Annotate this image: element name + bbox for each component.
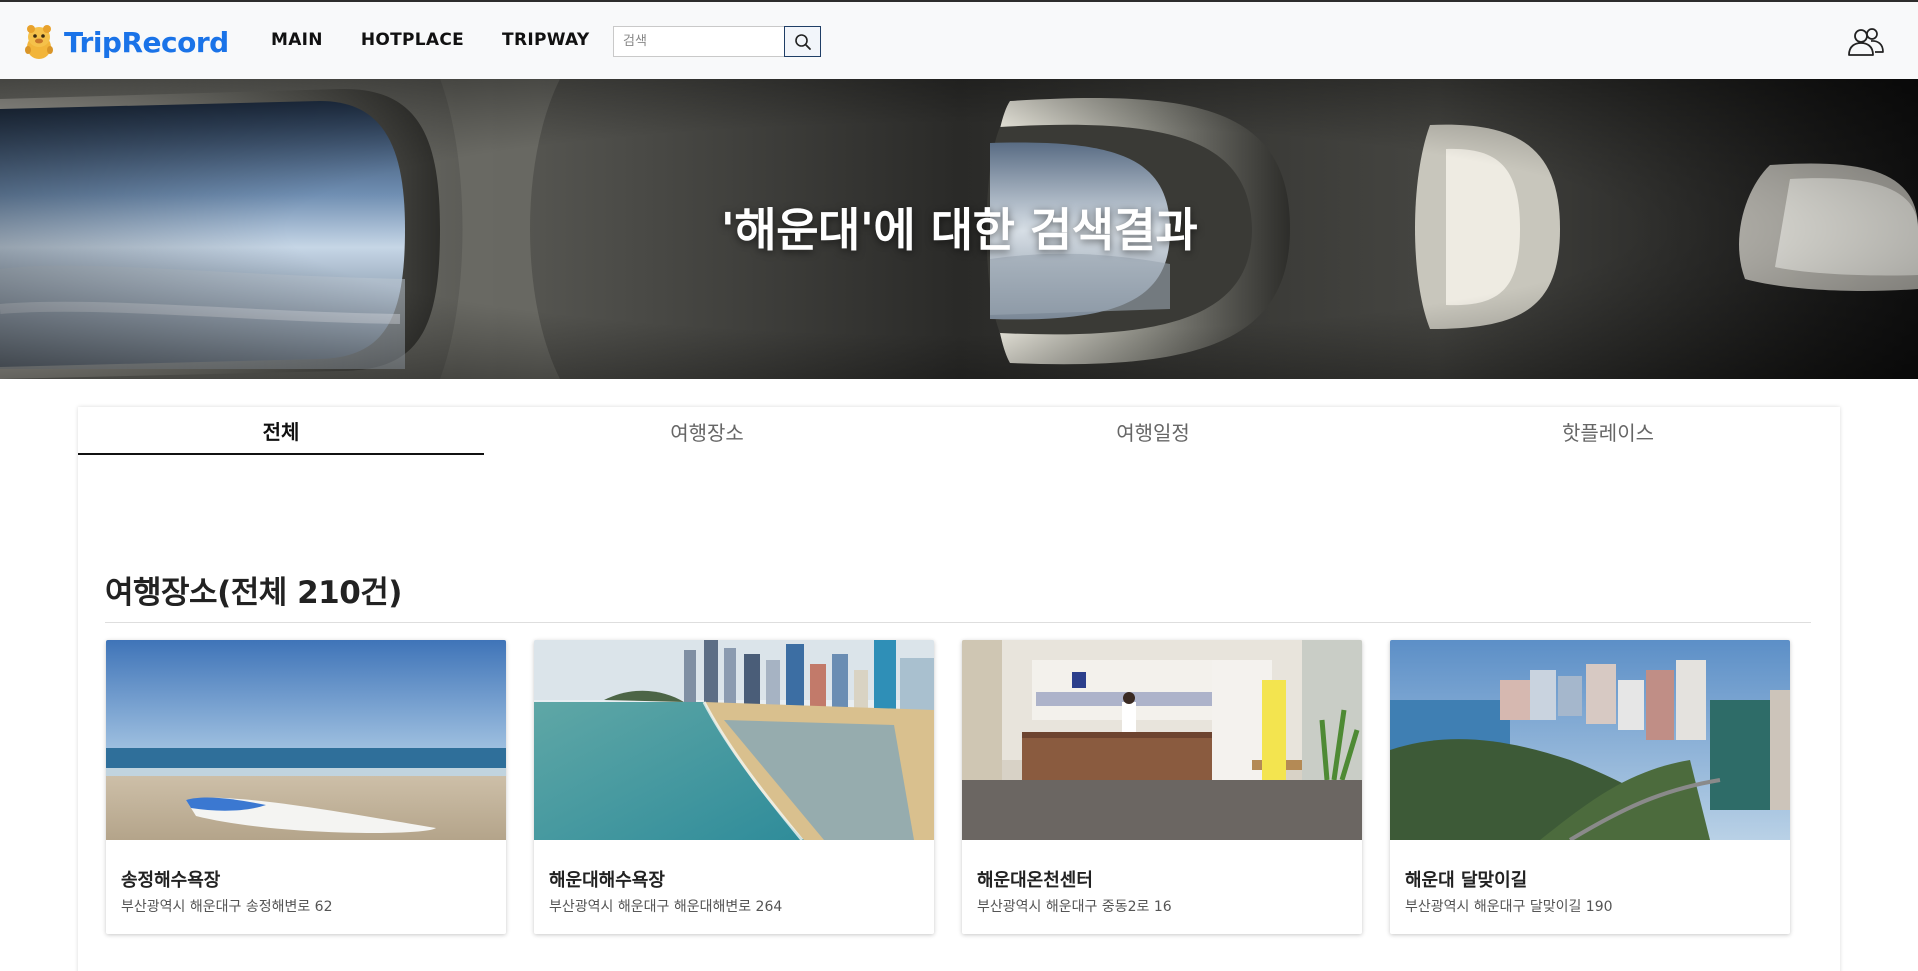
search-button[interactable] xyxy=(784,26,821,57)
place-photo-dalmaji-road xyxy=(1390,640,1790,840)
place-card-address: 부산광역시 해운대구 해운대해변로 264 xyxy=(549,899,783,915)
nav-main[interactable]: MAIN xyxy=(271,30,323,50)
place-photo-spa-lobby xyxy=(962,640,1362,840)
section-divider xyxy=(105,622,1811,623)
hero-banner: '해운대'에 대한 검색결과 xyxy=(0,79,1918,379)
place-card-title: 해운대 달맞이길 xyxy=(1405,870,1528,891)
result-tabs: 전체 여행장소 여행일정 핫플레이스 xyxy=(78,407,1840,455)
users-icon[interactable] xyxy=(1847,27,1885,57)
nav-hotplace[interactable]: HOTPLACE xyxy=(361,30,464,50)
place-photo-haeundae-beach xyxy=(534,640,934,840)
tab-itineraries[interactable]: 여행일정 xyxy=(930,407,1376,455)
place-card[interactable]: 해운대 달맞이길 부산광역시 해운대구 달맞이길 190 xyxy=(1390,640,1790,934)
tab-places[interactable]: 여행장소 xyxy=(484,407,930,455)
place-card-title: 해운대온천센터 xyxy=(977,870,1093,891)
search-results-panel: 전체 여행장소 여행일정 핫플레이스 여행장소(전체 210건) 송정해수욕장 … xyxy=(78,407,1840,971)
place-card-address: 부산광역시 해운대구 달맞이길 190 xyxy=(1405,899,1613,915)
place-card[interactable]: 해운대온천센터 부산광역시 해운대구 중동2로 16 xyxy=(962,640,1362,934)
search-icon xyxy=(794,33,811,50)
tab-hotplaces[interactable]: 핫플레이스 xyxy=(1376,407,1840,455)
search-input[interactable] xyxy=(613,26,784,57)
brand-name: TripRecord xyxy=(64,25,229,59)
top-navbar: TripRecord MAIN HOTPLACE TRIPWAY xyxy=(0,0,1918,79)
tab-all[interactable]: 전체 xyxy=(78,407,484,455)
mascot-logo-icon xyxy=(25,25,53,59)
main-nav: MAIN HOTPLACE TRIPWAY xyxy=(271,30,627,50)
search-form xyxy=(613,26,821,57)
place-card-address: 부산광역시 해운대구 중동2로 16 xyxy=(977,899,1172,915)
place-card-list: 송정해수욕장 부산광역시 해운대구 송정해변로 62 해운대해수욕장 부산광역시… xyxy=(106,640,1816,934)
place-card[interactable]: 해운대해수욕장 부산광역시 해운대구 해운대해변로 264 xyxy=(534,640,934,934)
place-card-title: 해운대해수욕장 xyxy=(549,870,665,891)
places-section-title: 여행장소(전체 210건) xyxy=(105,575,402,611)
brand-link[interactable]: TripRecord xyxy=(22,22,229,62)
place-card-title: 송정해수욕장 xyxy=(121,870,221,891)
place-card[interactable]: 송정해수욕장 부산광역시 해운대구 송정해변로 62 xyxy=(106,640,506,934)
nav-tripway[interactable]: TRIPWAY xyxy=(502,30,589,50)
place-photo-beach-surfboard xyxy=(106,640,506,840)
place-card-address: 부산광역시 해운대구 송정해변로 62 xyxy=(121,899,333,915)
search-result-title: '해운대'에 대한 검색결과 xyxy=(720,203,1198,257)
